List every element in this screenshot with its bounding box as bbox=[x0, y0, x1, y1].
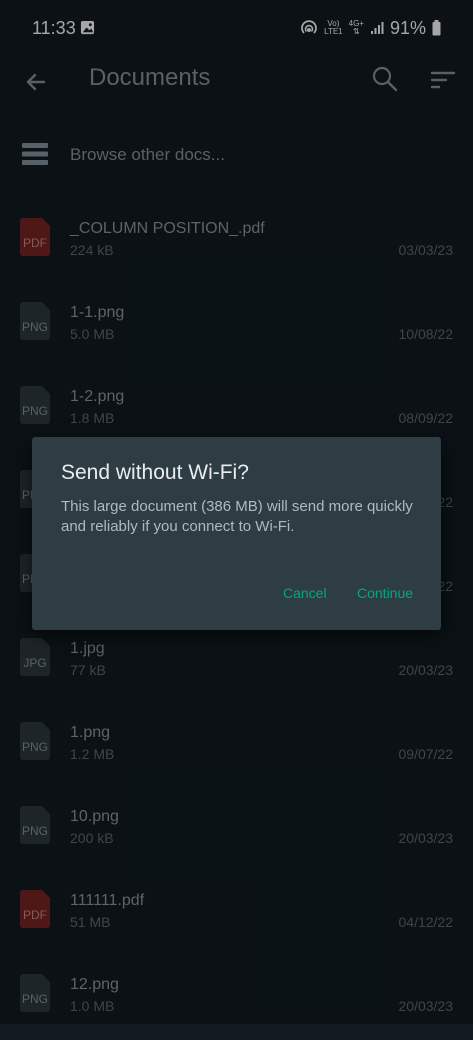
cancel-button[interactable]: Cancel bbox=[279, 583, 331, 603]
continue-button[interactable]: Continue bbox=[353, 583, 417, 603]
send-without-wifi-dialog: Send without Wi-Fi? This large document … bbox=[32, 437, 441, 630]
dialog-title: Send without Wi-Fi? bbox=[61, 461, 249, 484]
dialog-message: This large document (386 MB) will send m… bbox=[61, 498, 413, 535]
